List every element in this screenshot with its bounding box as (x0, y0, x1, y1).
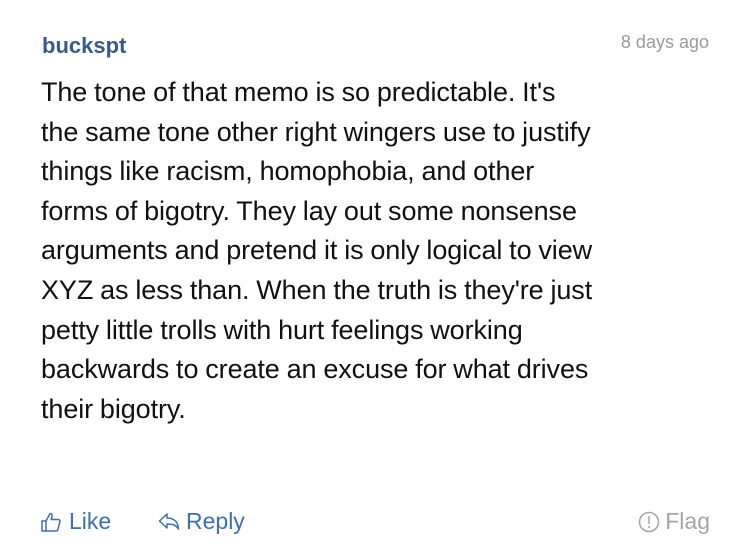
comment-username[interactable]: buckspt (42, 33, 126, 59)
comment-timestamp: 8 days ago (620, 32, 709, 52)
exclamation-circle-icon (638, 511, 660, 533)
reply-arrow-icon (158, 512, 180, 532)
comment-body-line: arguments and pretend it is only logical… (41, 235, 593, 266)
like-button[interactable]: Like (40, 508, 111, 535)
comment-body-line: their bigotry. (41, 393, 186, 424)
comment-body-line: backwards to create an excuse for what d… (41, 354, 589, 385)
comment-body-line: the same tone other right wingers use to… (41, 116, 591, 147)
comment-actions: Like Reply Flag (0, 508, 738, 548)
flag-label: Flag (665, 508, 710, 534)
comment-body: The tone of that memo is so predictable.… (41, 73, 731, 429)
comment-body-line: things like racism, homophobia, and othe… (41, 156, 535, 187)
comment-card: buckspt 8 days ago The tone of that memo… (0, 0, 738, 558)
comment-body-line: The tone of that memo is so predictable.… (41, 77, 556, 107)
thumbs-up-icon (40, 511, 62, 533)
comment-body-line: petty little trolls with hurt feelings w… (41, 314, 523, 345)
reply-label: Reply (186, 508, 245, 534)
comment-body-line: forms of bigotry. They lay out some nons… (41, 195, 577, 226)
reply-button[interactable]: Reply (158, 508, 245, 535)
comment-body-line: XYZ as less than. When the truth is they… (41, 274, 593, 305)
flag-button[interactable]: Flag (638, 508, 710, 535)
like-label: Like (69, 508, 112, 534)
